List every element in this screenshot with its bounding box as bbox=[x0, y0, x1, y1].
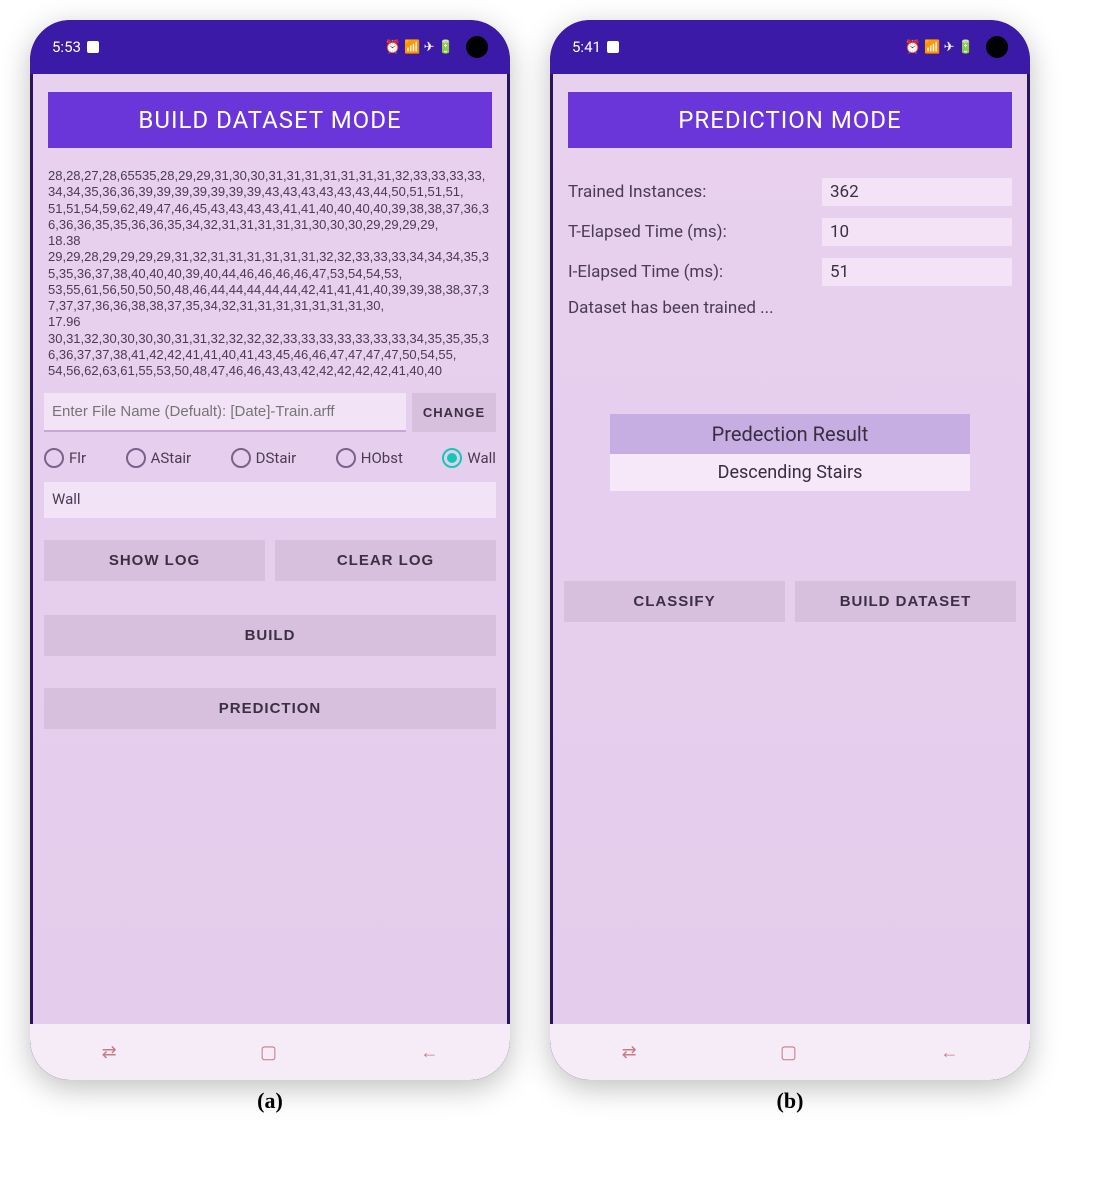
recents-icon[interactable]: ⇄ bbox=[102, 1042, 117, 1063]
status-time: 5:53 bbox=[52, 38, 81, 56]
home-icon[interactable]: ▢ bbox=[260, 1042, 277, 1063]
prediction-button[interactable]: PREDICTION bbox=[44, 688, 496, 729]
build-button[interactable]: BUILD bbox=[44, 615, 496, 656]
radio-label: AStair bbox=[151, 449, 192, 467]
status-bar: 5:53 ⏰ 📶 ✈ 🔋 bbox=[30, 20, 510, 74]
change-button[interactable]: CHANGE bbox=[412, 393, 496, 432]
prediction-result-title: Predection Result bbox=[610, 414, 970, 454]
radio-hobst[interactable]: HObst bbox=[336, 448, 403, 468]
trained-instances-value: 362 bbox=[822, 178, 1012, 206]
phone-prediction-mode: 5:41 ⏰ 📶 ✈ 🔋 PREDICTION MODE Trained Ins… bbox=[550, 20, 1030, 1080]
radio-astair[interactable]: AStair bbox=[126, 448, 192, 468]
show-log-button[interactable]: SHOW LOG bbox=[44, 540, 265, 581]
i-elapsed-value: 51 bbox=[822, 258, 1012, 286]
page-title: BUILD DATASET MODE bbox=[48, 92, 492, 148]
radio-label: DStair bbox=[256, 449, 297, 467]
log-output: 28,28,27,28,65535,28,29,29,31,30,30,31,3… bbox=[42, 164, 498, 383]
radio-wall[interactable]: Wall bbox=[442, 448, 496, 468]
clear-log-button[interactable]: CLEAR LOG bbox=[275, 540, 496, 581]
build-dataset-button[interactable]: BUILD DATASET bbox=[795, 581, 1016, 622]
system-nav-bar: ⇄ ▢ ← bbox=[30, 1024, 510, 1080]
radio-label: Wall bbox=[467, 449, 496, 467]
camera-hole-icon bbox=[986, 36, 1008, 58]
selected-class-display: Wall bbox=[44, 482, 496, 518]
i-elapsed-label: I-Elapsed Time (ms): bbox=[568, 262, 822, 282]
t-elapsed-label: T-Elapsed Time (ms): bbox=[568, 222, 822, 242]
radio-label: HObst bbox=[361, 449, 403, 467]
training-status-text: Dataset has been trained ... bbox=[568, 298, 1012, 318]
t-elapsed-value: 10 bbox=[822, 218, 1012, 246]
prediction-result-value: Descending Stairs bbox=[610, 454, 970, 491]
stop-icon bbox=[87, 41, 99, 53]
subfigure-label-a: (a) bbox=[30, 1088, 510, 1114]
page-title: PREDICTION MODE bbox=[568, 92, 1012, 148]
status-time: 5:41 bbox=[572, 38, 601, 56]
radio-label: Flr bbox=[69, 449, 86, 467]
back-icon[interactable]: ← bbox=[420, 1042, 438, 1063]
back-icon[interactable]: ← bbox=[940, 1042, 958, 1063]
prediction-result-block: Predection Result Descending Stairs bbox=[610, 414, 970, 491]
system-nav-bar: ⇄ ▢ ← bbox=[550, 1024, 1030, 1080]
subfigure-label-b: (b) bbox=[550, 1088, 1030, 1114]
filename-input[interactable] bbox=[44, 393, 406, 432]
status-right-icons: ⏰ 📶 ✈ 🔋 bbox=[385, 40, 454, 55]
stop-icon bbox=[607, 41, 619, 53]
radio-dstair[interactable]: DStair bbox=[231, 448, 297, 468]
phone-build-dataset: 5:53 ⏰ 📶 ✈ 🔋 BUILD DATASET MODE 28,28,27… bbox=[30, 20, 510, 1080]
classify-button[interactable]: CLASSIFY bbox=[564, 581, 785, 622]
recents-icon[interactable]: ⇄ bbox=[622, 1042, 637, 1063]
class-radio-group: Flr AStair DStair HObst Wall bbox=[44, 448, 496, 468]
status-right-icons: ⏰ 📶 ✈ 🔋 bbox=[905, 40, 974, 55]
radio-flr[interactable]: Flr bbox=[44, 448, 86, 468]
home-icon[interactable]: ▢ bbox=[780, 1042, 797, 1063]
camera-hole-icon bbox=[466, 36, 488, 58]
trained-instances-label: Trained Instances: bbox=[568, 182, 822, 202]
status-bar: 5:41 ⏰ 📶 ✈ 🔋 bbox=[550, 20, 1030, 74]
